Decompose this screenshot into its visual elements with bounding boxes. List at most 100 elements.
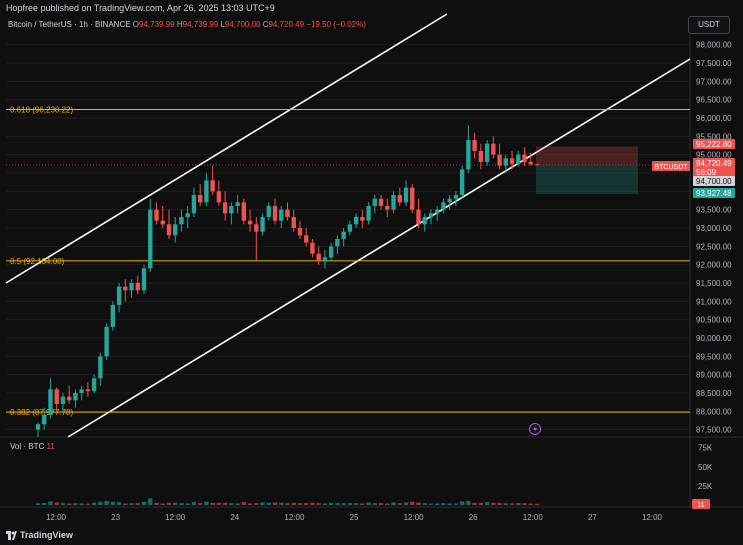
volume-bar [54,502,59,505]
fib-level-label: 0.5 (92,104.00) [10,257,65,266]
candle-body [310,242,315,254]
price-chart[interactable]: 0.618 (96,230.22) 0.5 (92,104.00) 0.382 (8… [0,0,743,545]
price-axis[interactable]: 98,000.00 97,500.00 97,000.00 96,500.00 96,0… [692,41,732,509]
price-tick-label: 89,500.00 [696,352,732,361]
price-tick-label: 98,000.00 [696,41,732,50]
volume-bar [129,503,134,505]
candle [403,180,409,206]
price-tick-label: 97,500.00 [696,59,732,68]
candle-body [210,180,215,192]
lightning-icon [533,425,538,433]
channel-upper-line [5,13,448,284]
candle [197,184,203,206]
volume-bar [254,503,259,505]
volume-bar [353,503,359,505]
candle-body [241,202,247,221]
candle [148,198,153,272]
candle [173,217,178,243]
candle [229,202,234,225]
price-tick-label: 96,000.00 [696,114,732,123]
volume-bar [491,502,496,505]
candle-body [491,143,496,155]
candle-body [447,198,452,203]
candle [129,279,134,298]
volume-bar [279,502,284,505]
ohlc-value: 94,739.99 [182,20,219,29]
candle [304,228,309,247]
position-tool [6,146,690,194]
fib-level-label: 0.618 (96,230.22) [10,106,73,115]
currency-button[interactable]: USDT [688,16,730,34]
volume-bar [297,503,303,505]
candle [422,213,427,232]
candle-body [416,209,421,225]
candle [204,173,209,206]
volume-bar [422,503,427,505]
publisher-line: Hopfree published on TradingView.com, Ap… [6,3,275,13]
candle [347,220,353,236]
candle-body [104,327,109,357]
position-stop-zone [536,164,638,194]
event-marker-icon[interactable] [529,423,541,435]
candle [191,187,197,217]
candle-body [347,224,353,232]
volume-bar [67,503,72,505]
candle [141,264,147,294]
price-tick-label: 93,500.00 [696,206,732,215]
candle-body [516,154,521,164]
candle [416,198,421,228]
volume-bar [110,501,116,505]
candle [154,202,159,225]
candle [310,239,315,258]
candle-body [197,195,203,203]
candle [135,275,140,294]
candle-body [316,253,321,261]
ohlc-value: 94,700.00 [224,20,261,29]
volume-bar [447,503,452,505]
ohlc-values: O94,739.99 H94,739.99 L94,700.00 C94,720… [133,20,304,29]
candle-body [410,187,415,210]
candle [116,283,122,313]
candle [241,198,247,225]
time-tick-label: 12:00 [284,513,305,522]
volume-bar [60,503,66,505]
volume-bar [441,503,446,505]
price-tick-label: 90,000.00 [696,334,732,343]
volume-bar [160,503,165,505]
volume-bar [397,503,402,505]
time-axis[interactable]: 12:00 23 12:00 24 12:00 25 12:00 26 12:00 27 12:00 [46,513,663,522]
time-tick-label: 12:00 [46,513,67,522]
time-tick-label: 12:00 [642,513,663,522]
candle [335,235,340,254]
candle-body [173,224,178,236]
candle [91,374,97,393]
candle-body [216,191,222,203]
price-tick-label: 97,000.00 [696,77,732,86]
volume-bar [73,503,78,505]
candle [378,195,384,210]
volume-bar [266,502,271,505]
price-label-text: 56:09 [696,168,717,177]
volume-value: 11 [46,442,55,451]
volume-bar [185,503,190,505]
candle-body [204,180,209,203]
candle-body [335,239,340,247]
volume-label: Vol · BTC [10,442,45,451]
candle-body [73,393,78,401]
volume-bar [428,503,434,505]
volume-bar [347,503,353,505]
time-tick-label: 12:00 [523,513,544,522]
price-tick-label: 92,500.00 [696,242,732,251]
symbol-price-tag-text: BTCUSDT [654,164,688,171]
price-tick-label: 96,500.00 [696,96,732,105]
volume-bar [416,502,421,505]
volume-bar [534,503,540,505]
volume-bar [341,503,346,505]
time-tick-label: 24 [230,513,239,522]
candle-body [497,154,502,166]
volume-bar [410,501,415,505]
volume-bar [204,501,209,505]
candle-body [378,198,384,206]
candle [353,213,359,228]
candle-body [222,202,228,214]
